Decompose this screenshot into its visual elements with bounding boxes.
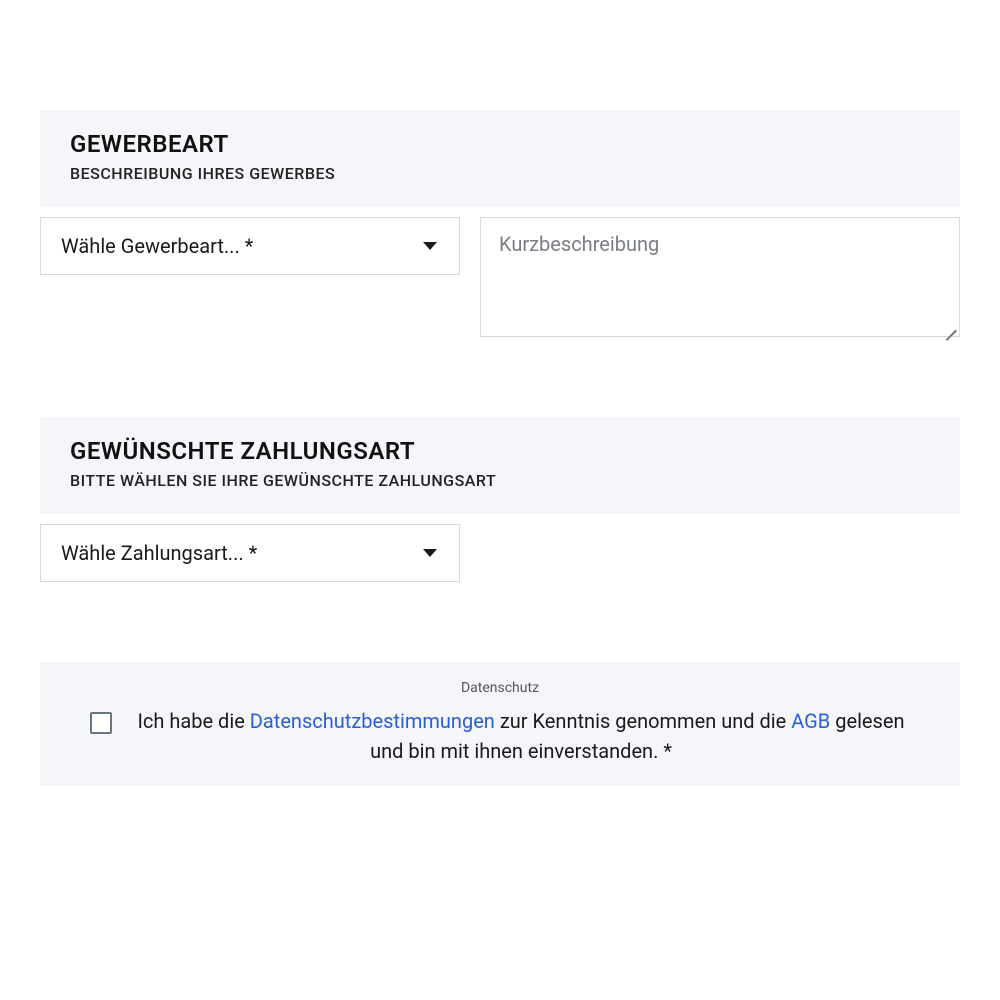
chevron-down-icon — [423, 549, 437, 557]
consent-checkbox[interactable] — [90, 712, 112, 734]
privacy-policy-link[interactable]: Datenschutzbestimmungen — [250, 709, 495, 733]
consent-row: Ich habe die Datenschutzbestimmungen zur… — [70, 706, 930, 766]
privacy-box: Datenschutz Ich habe die Datenschutzbest… — [40, 662, 960, 786]
gewerbeart-select[interactable]: Wähle Gewerbeart... * — [40, 217, 460, 275]
gewerbeart-row: Wähle Gewerbeart... * Kurzbeschreibung — [40, 217, 960, 337]
chevron-down-icon — [423, 242, 437, 250]
consent-text-part: Ich habe die — [137, 709, 249, 733]
textarea-placeholder: Kurzbeschreibung — [499, 232, 659, 256]
section-subtitle: BITTE WÄHLEN SIE IHRE GEWÜNSCHTE ZAHLUNG… — [70, 471, 930, 490]
section-subtitle: BESCHREIBUNG IHRES GEWERBES — [70, 164, 930, 183]
select-label: Wähle Zahlungsart... * — [61, 541, 257, 565]
agb-link[interactable]: AGB — [791, 709, 830, 733]
consent-text-part: zur Kenntnis genommen und die — [495, 709, 791, 733]
zahlungsart-select[interactable]: Wähle Zahlungsart... * — [40, 524, 460, 582]
select-label: Wähle Gewerbeart... * — [61, 234, 253, 258]
consent-text: Ich habe die Datenschutzbestimmungen zur… — [132, 706, 910, 766]
section-header-gewerbeart: GEWERBEART BESCHREIBUNG IHRES GEWERBES — [40, 110, 960, 207]
zahlungsart-row: Wähle Zahlungsart... * — [40, 524, 960, 582]
privacy-heading: Datenschutz — [70, 680, 930, 696]
section-title: GEWERBEART — [70, 130, 930, 158]
section-title: GEWÜNSCHTE ZAHLUNGSART — [70, 437, 930, 465]
kurzbeschreibung-textarea[interactable]: Kurzbeschreibung — [480, 217, 960, 337]
section-header-zahlungsart: GEWÜNSCHTE ZAHLUNGSART BITTE WÄHLEN SIE … — [40, 417, 960, 514]
resize-handle-icon — [941, 318, 957, 334]
